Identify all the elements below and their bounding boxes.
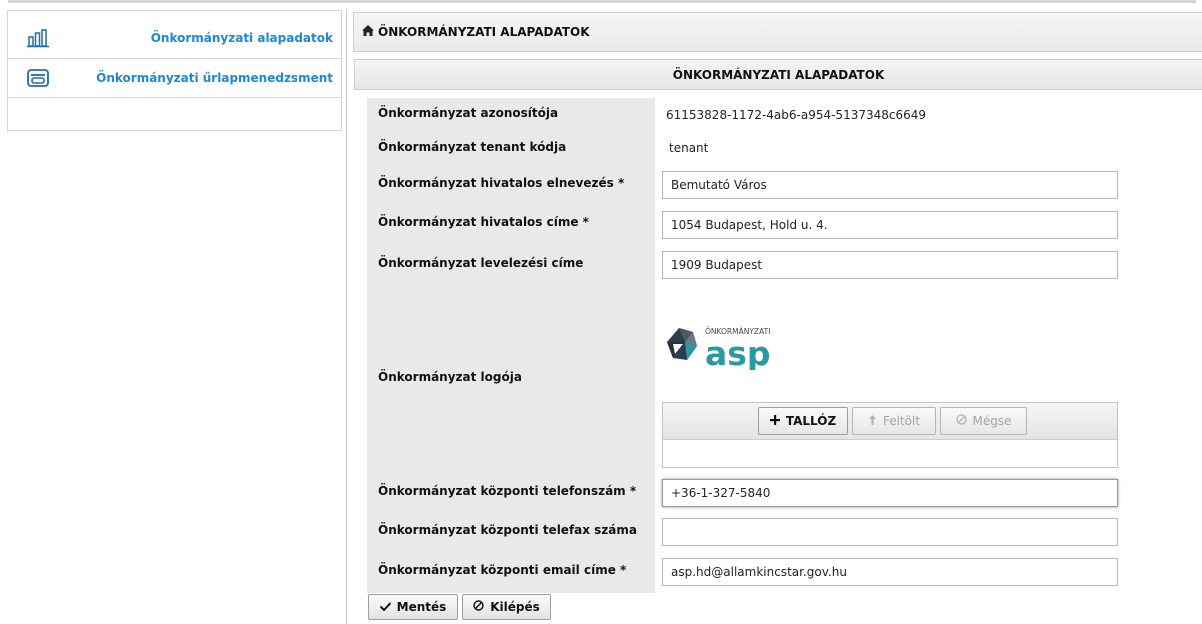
sidebar: Önkormányzati alapadatok Önkormányzati ű… xyxy=(7,10,342,131)
plus-icon xyxy=(769,414,780,428)
browse-label: TALLÓZ xyxy=(785,414,837,428)
mail-address-field[interactable] xyxy=(662,251,1118,279)
sidebar-item-label: Önkormányzati űrlapmenedzsment xyxy=(96,71,333,85)
tenant-value: tenant xyxy=(669,141,709,155)
sidebar-item-label: Önkormányzati alapadatok xyxy=(150,31,333,45)
exit-button[interactable]: Kilépés xyxy=(462,594,551,620)
uploader-toolbar: TALLÓZ Feltölt Mégse xyxy=(663,403,1117,440)
id-value: 61153828-1172-4ab6-a954-5137348c6649 xyxy=(666,108,927,122)
name-field[interactable] xyxy=(662,171,1118,199)
panel-divider xyxy=(346,10,347,624)
phone-field[interactable] xyxy=(662,479,1118,507)
page-title: ÖNKORMÁNYZATI ALAPADATOK xyxy=(378,25,590,39)
check-icon xyxy=(379,600,391,614)
logo-label: Önkormányzat logója xyxy=(378,370,522,384)
sidebar-item-basic-data[interactable]: Önkormányzati alapadatok xyxy=(8,18,341,58)
address-label: Önkormányzat hivatalos címe * xyxy=(378,215,589,229)
file-uploader: TALLÓZ Feltölt Mégse xyxy=(662,402,1118,468)
email-label: Önkormányzat központi email címe * xyxy=(378,563,627,577)
mail-address-label: Önkormányzat levelezési címe xyxy=(378,256,584,270)
phone-label: Önkormányzat központi telefonszám * xyxy=(378,484,637,498)
id-label: Önkormányzat azonosítója xyxy=(378,106,559,120)
browse-button[interactable]: TALLÓZ xyxy=(758,407,848,435)
home-icon xyxy=(362,25,374,39)
save-button[interactable]: Mentés xyxy=(368,594,458,620)
fax-label: Önkormányzat központi telefax száma xyxy=(378,523,638,537)
cancel-upload-button[interactable]: Mégse xyxy=(940,407,1027,435)
email-field[interactable] xyxy=(662,558,1118,586)
upload-arrow-icon xyxy=(868,414,877,428)
upload-label: Feltölt xyxy=(882,414,921,428)
sidebar-item-form-management[interactable]: Önkormányzati űrlapmenedzsment xyxy=(8,58,341,98)
bar-chart-icon xyxy=(27,27,49,49)
top-border xyxy=(8,0,1196,3)
upload-button[interactable]: Feltölt xyxy=(852,407,936,435)
label-column xyxy=(367,98,655,593)
address-field[interactable] xyxy=(662,211,1118,239)
page-header: ÖNKORMÁNYZATI ALAPADATOK xyxy=(353,12,1202,52)
ban-icon xyxy=(955,414,967,428)
svg-text:asp: asp xyxy=(705,334,771,370)
municipality-logo: ÖNKORMÁNYZATI asp xyxy=(665,322,785,373)
ban-icon xyxy=(473,600,484,614)
cancel-upload-label: Mégse xyxy=(972,414,1012,428)
save-label: Mentés xyxy=(396,600,447,614)
name-label: Önkormányzat hivatalos elnevezés * xyxy=(378,176,625,190)
section-header: ÖNKORMÁNYZATI ALAPADATOK xyxy=(354,59,1202,90)
form-card-icon xyxy=(27,67,49,89)
fax-field[interactable] xyxy=(662,518,1118,546)
exit-label: Kilépés xyxy=(490,600,540,614)
tenant-label: Önkormányzat tenant kódja xyxy=(378,140,567,154)
